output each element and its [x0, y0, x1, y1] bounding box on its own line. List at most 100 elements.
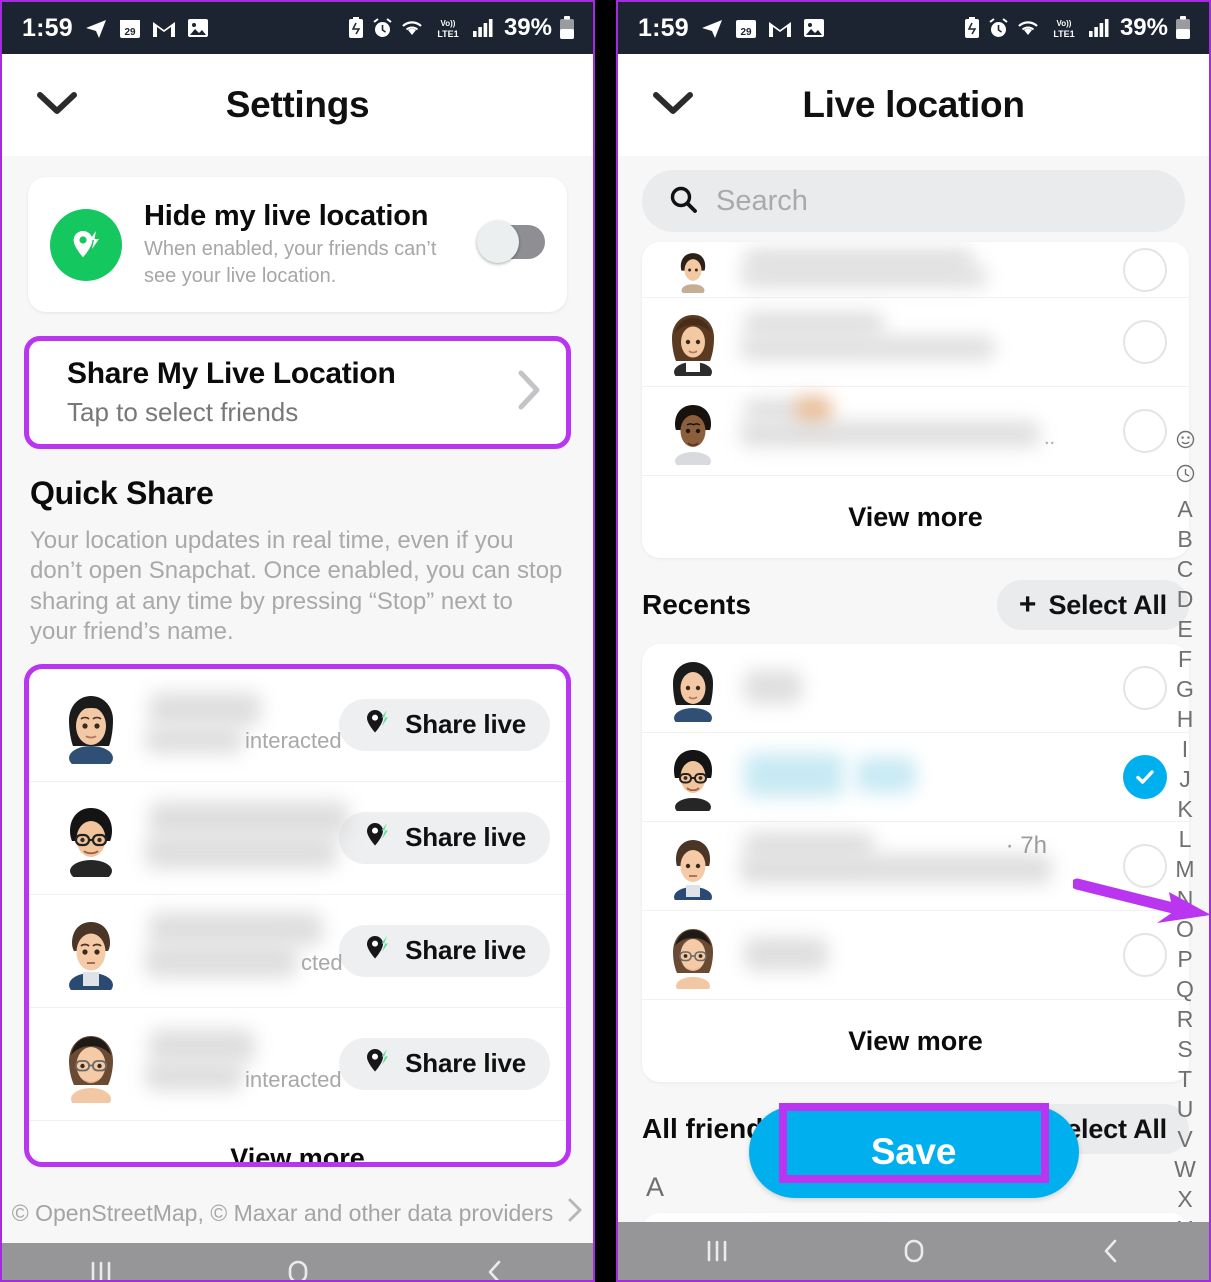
back-icon[interactable] — [478, 1255, 512, 1280]
svg-text:29: 29 — [124, 27, 136, 38]
alpha-index-D[interactable]: D — [1177, 588, 1194, 611]
alpha-index-V[interactable]: V — [1177, 1128, 1192, 1151]
battery-saver-icon — [963, 17, 981, 39]
alpha-index-W[interactable]: W — [1174, 1158, 1196, 1181]
redacted-name — [740, 921, 1123, 989]
live-location-pin-icon — [363, 707, 393, 742]
share-live-button[interactable]: Share live — [339, 698, 550, 751]
avatar-man-dark-skin — [662, 397, 724, 470]
left-app-bar: Settings — [2, 54, 593, 156]
avatar-man-blue-jacket — [662, 832, 724, 907]
recent-apps-icon[interactable] — [700, 1234, 734, 1273]
alpha-index-F[interactable]: F — [1178, 648, 1192, 671]
alphabet-index[interactable]: A B C D E F G H I J K L M N O P Q R S T — [1165, 430, 1205, 1222]
map-attribution[interactable]: © OpenStreetMap, © Maxar and other data … — [2, 1197, 593, 1229]
android-nav-bar-left — [2, 1243, 593, 1280]
recent-apps-icon[interactable] — [84, 1255, 118, 1280]
list-item[interactable] — [642, 1213, 1189, 1222]
redacted-name — [740, 308, 1123, 376]
redacted-name: interacted — [145, 686, 342, 764]
alpha-index-K[interactable]: K — [1177, 798, 1192, 821]
alpha-index-A[interactable]: A — [1177, 498, 1192, 521]
chevron-right-icon — [567, 1197, 583, 1229]
battery-saver-icon — [347, 17, 365, 39]
avatar-man-glasses — [662, 743, 724, 816]
signal-icon — [472, 18, 494, 38]
recent-index-icon[interactable] — [1176, 464, 1195, 487]
alpha-index-Y[interactable]: Y — [1177, 1218, 1192, 1223]
table-row[interactable]: interacted Share live — [29, 669, 566, 782]
svg-text:Vo)): Vo)) — [440, 19, 455, 28]
alpha-index-R[interactable]: R — [1177, 1008, 1194, 1031]
share-my-live-location-row[interactable]: Share My Live Location Tap to select fri… — [24, 336, 571, 449]
list-item[interactable] — [642, 644, 1189, 733]
panel-divider — [595, 0, 616, 1282]
table-row[interactable]: Share live — [29, 782, 566, 895]
view-more-button[interactable]: View more — [29, 1121, 566, 1162]
bitmoji-index-icon[interactable] — [1176, 430, 1195, 453]
list-item[interactable]: .. — [642, 387, 1189, 476]
select-checkbox[interactable] — [1123, 409, 1167, 453]
alpha-index-T[interactable]: T — [1178, 1068, 1192, 1091]
redacted-name — [145, 799, 349, 877]
view-more-button[interactable]: View more — [642, 476, 1189, 558]
select-all-button[interactable]: + Select All — [996, 580, 1189, 630]
right-phone-screen: 1:59 29 Vo)) LTE1 39% Live location Sear… — [616, 0, 1211, 1282]
row-meta: interacted — [245, 727, 342, 753]
alpha-index-I[interactable]: I — [1182, 738, 1188, 761]
list-item[interactable] — [642, 242, 1189, 298]
save-button[interactable]: Save — [748, 1106, 1079, 1198]
plus-icon: + — [1018, 588, 1037, 621]
share-live-button[interactable]: Share live — [339, 1037, 550, 1090]
alpha-index-L[interactable]: L — [1179, 828, 1192, 851]
redacted-name — [740, 247, 1123, 293]
alpha-index-S[interactable]: S — [1177, 1038, 1192, 1061]
alpha-index-G[interactable]: G — [1176, 678, 1194, 701]
recents-heading: Recents — [642, 589, 751, 620]
avatar-woman-glasses — [662, 921, 724, 995]
page-title: Settings — [225, 84, 370, 125]
alpha-index-C[interactable]: C — [1177, 558, 1194, 581]
alpha-index-H[interactable]: H — [1177, 708, 1194, 731]
back-icon[interactable] — [1094, 1234, 1128, 1273]
select-checkbox[interactable] — [1123, 666, 1167, 710]
alpha-index-Q[interactable]: Q — [1176, 978, 1194, 1001]
annotation-arrow — [1071, 876, 1209, 933]
alpha-index-U[interactable]: U — [1177, 1098, 1194, 1121]
battery-percent: 39% — [503, 14, 552, 41]
alpha-index-E[interactable]: E — [1177, 618, 1192, 641]
view-more-button[interactable]: View more — [642, 1000, 1189, 1082]
all-friends-list — [642, 1213, 1189, 1222]
avatar-woman-curly-hair — [662, 308, 724, 382]
chevron-right-icon — [516, 369, 542, 416]
home-icon[interactable] — [897, 1234, 931, 1273]
share-row-subtitle: Tap to select friends — [67, 397, 299, 427]
search-icon — [668, 184, 698, 219]
table-row[interactable]: interacted Share live — [29, 1008, 566, 1121]
svg-text:Vo)): Vo)) — [1056, 19, 1071, 28]
hide-live-location-toggle[interactable] — [477, 220, 545, 263]
alpha-index-P[interactable]: P — [1177, 948, 1192, 971]
svg-text:LTE1: LTE1 — [1053, 29, 1074, 39]
hide-live-location-subtitle: When enabled, your friends can’t see you… — [144, 237, 437, 287]
home-icon[interactable] — [281, 1255, 315, 1280]
select-checkbox[interactable] — [1123, 755, 1167, 799]
list-item[interactable] — [642, 733, 1189, 822]
select-checkbox[interactable] — [1123, 320, 1167, 364]
share-live-label: Share live — [405, 935, 526, 966]
status-bar-left-group: 1:59 29 — [638, 14, 825, 43]
share-row-text: Share My Live Location Tap to select fri… — [67, 357, 516, 428]
search-input[interactable]: Search — [642, 170, 1185, 232]
gmail-icon — [152, 18, 176, 38]
alpha-index-J[interactable]: J — [1179, 768, 1191, 791]
share-live-button[interactable]: Share live — [339, 924, 550, 977]
select-checkbox[interactable] — [1123, 933, 1167, 977]
list-item[interactable] — [642, 298, 1189, 387]
alpha-index-X[interactable]: X — [1177, 1188, 1192, 1211]
share-live-button[interactable]: Share live — [339, 811, 550, 864]
status-bar-right-group: Vo)) LTE1 39% — [347, 14, 575, 42]
select-checkbox[interactable] — [1123, 247, 1167, 292]
alpha-index-B[interactable]: B — [1177, 528, 1192, 551]
redacted-name: interacted — [145, 1025, 342, 1103]
table-row[interactable]: cted Share live — [29, 895, 566, 1008]
